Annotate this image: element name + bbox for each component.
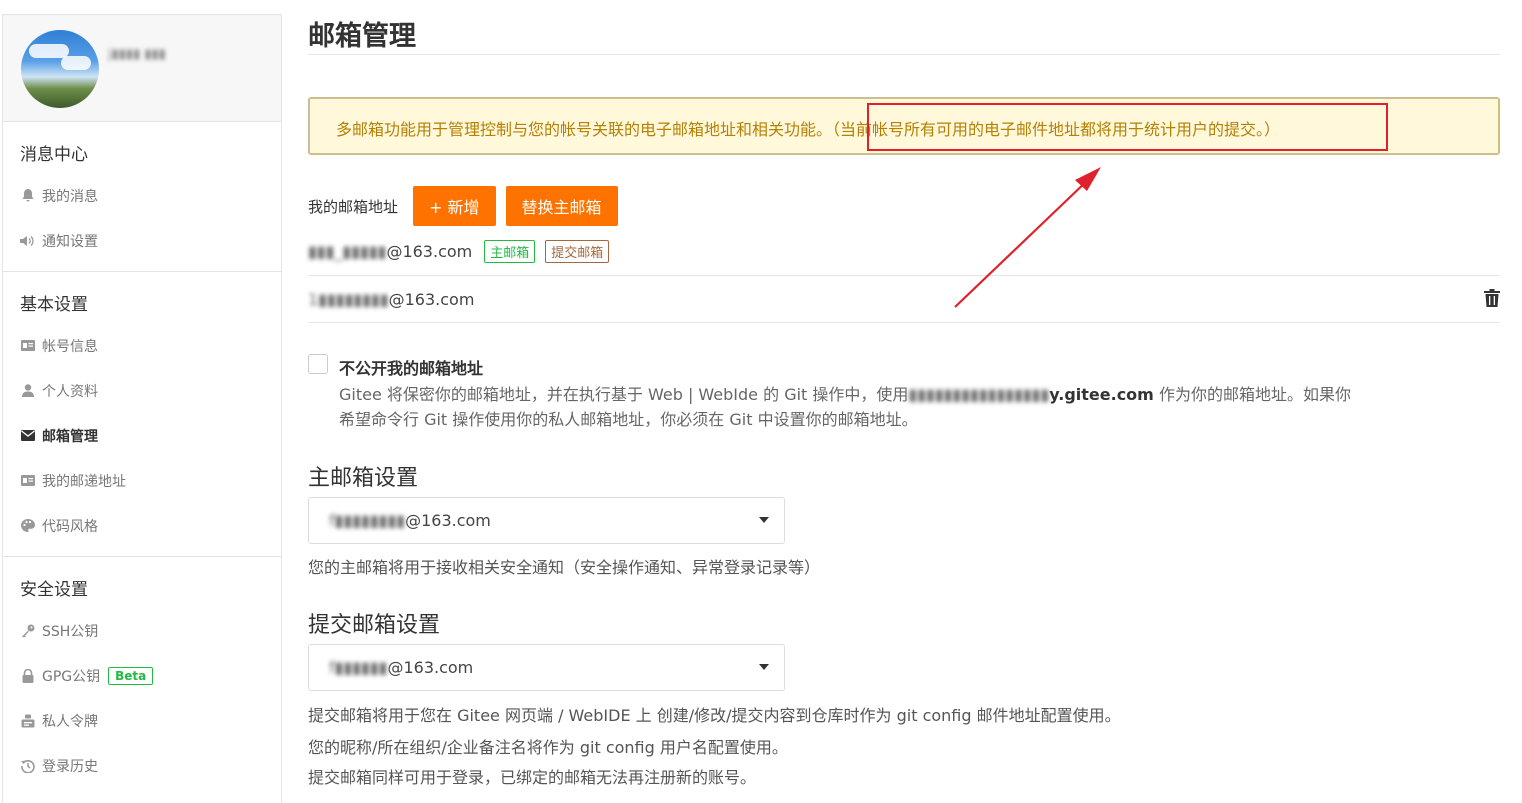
- section-title: 基本设置: [20, 295, 88, 315]
- avatar[interactable]: [21, 30, 99, 108]
- address-card-icon: [20, 475, 36, 486]
- sidebar-item-my-messages[interactable]: 我的消息: [3, 173, 281, 218]
- commit-email-tag: 提交邮箱: [545, 240, 610, 263]
- commit-email-heading: 提交邮箱设置: [308, 613, 441, 638]
- sidebar-item-gpg-keys[interactable]: GPG公钥 Beta: [3, 653, 281, 698]
- section-title: 消息中心: [20, 145, 88, 165]
- token-icon: [20, 714, 36, 728]
- email-list-item: ▮▮▮_▮▮▮▮▮ @163.com 主邮箱 提交邮箱: [308, 240, 1500, 263]
- sidebar-item-profile[interactable]: 个人资料: [3, 368, 281, 413]
- private-email-description: Gitee 将保密你的邮箱地址，并在执行基于 Web | WebIde 的 Gi…: [339, 382, 1499, 432]
- select-domain: @163.com: [387, 658, 474, 677]
- private-email-label[interactable]: 不公开我的邮箱地址: [339, 355, 483, 379]
- commit-email-help-3: 提交邮箱同样可用于登录，已绑定的邮箱无法再注册新的账号。: [308, 768, 757, 787]
- bell-icon: [20, 189, 36, 202]
- primary-email-tag: 主邮箱: [484, 240, 536, 263]
- sidebar-section-security: 安全设置 SSH公钥 GPG公钥 Beta 私人令牌 登录历史: [3, 557, 281, 796]
- select-masked: f▮▮▮▮▮▮: [329, 658, 388, 677]
- sidebar-section-messages: 消息中心 我的消息 通知设置: [3, 122, 281, 272]
- volume-icon: [20, 235, 36, 247]
- commit-email-select[interactable]: f▮▮▮▮▮▮ @163.com: [308, 644, 785, 691]
- primary-email-help: 您的主邮箱将用于接收相关安全通知（安全操作通知、异常登录记录等）: [308, 558, 821, 577]
- email-masked: 1▮▮▮▮▮▮▮▮: [308, 290, 389, 309]
- sidebar-item-notification-settings[interactable]: 通知设置: [3, 218, 281, 263]
- chevron-down-icon: [759, 664, 769, 670]
- beta-badge: Beta: [108, 666, 154, 685]
- sidebar-item-label: 私人令牌: [42, 713, 98, 730]
- annotation-highlight-box: [867, 103, 1388, 151]
- desc-text: 作为你的邮箱地址。如果你: [1158, 385, 1351, 404]
- sidebar-item-postal-address[interactable]: 我的邮递地址: [3, 458, 281, 503]
- main-content: 邮箱管理 多邮箱功能用于管理控制与您的帐号关联的电子邮箱地址和相关功能。（当前帐…: [308, 0, 1500, 787]
- my-emails-label: 我的邮箱地址: [308, 197, 399, 216]
- add-email-button[interactable]: + 新增: [413, 186, 496, 226]
- commit-email-help-1: 提交邮箱将用于您在 Gitee 网页端 / WebIDE 上 创建/修改/提交内…: [308, 706, 1121, 725]
- sidebar-item-login-history[interactable]: 登录历史: [3, 743, 281, 788]
- username[interactable]: j▮▮▮▮ ▮▮▮: [108, 47, 166, 62]
- primary-email-select[interactable]: f▮▮▮▮▮▮▮▮ @163.com: [308, 497, 785, 544]
- primary-email-heading: 主邮箱设置: [308, 466, 419, 491]
- sidebar-item-label: 通知设置: [42, 233, 98, 250]
- sidebar-item-label: 个人资料: [42, 383, 98, 400]
- sidebar-item-label: 代码风格: [42, 518, 98, 535]
- sidebar: j▮▮▮▮ ▮▮▮ 消息中心 我的消息 通知设置 基本设置 帐号信息 个人资料 …: [2, 14, 282, 803]
- id-card-icon: [20, 340, 36, 351]
- private-email-checkbox[interactable]: [308, 354, 328, 374]
- sidebar-item-email-management[interactable]: 邮箱管理: [3, 413, 281, 458]
- sidebar-section-basic: 基本设置 帐号信息 个人资料 邮箱管理 我的邮递地址 代码风格: [3, 272, 281, 557]
- my-emails-header: 我的邮箱地址 + 新增 替换主邮箱: [308, 186, 618, 226]
- sidebar-item-label: 我的消息: [42, 188, 98, 205]
- sidebar-item-label: 邮箱管理: [42, 428, 98, 445]
- delete-email-trash-icon[interactable]: [1484, 289, 1500, 307]
- lock-icon: [20, 668, 36, 683]
- chevron-down-icon: [759, 517, 769, 523]
- history-icon: [20, 759, 36, 773]
- select-masked: f▮▮▮▮▮▮▮▮: [329, 511, 406, 530]
- user-icon: [20, 384, 36, 397]
- select-domain: @163.com: [405, 511, 491, 530]
- page-title: 邮箱管理: [308, 0, 1500, 55]
- email-domain: @163.com: [386, 242, 473, 261]
- sidebar-item-label: 登录历史: [42, 758, 98, 775]
- profile-header: j▮▮▮▮ ▮▮▮: [3, 15, 281, 122]
- noreply-email-suffix: y.gitee.com: [1049, 385, 1154, 404]
- email-list-item: 1▮▮▮▮▮▮▮▮ @163.com: [308, 290, 1500, 309]
- sidebar-item-label: 我的邮递地址: [42, 473, 126, 490]
- sidebar-item-label: SSH公钥: [42, 623, 99, 640]
- sidebar-item-ssh-keys[interactable]: SSH公钥: [3, 608, 281, 653]
- sidebar-item-label: 帐号信息: [42, 338, 98, 355]
- email-domain: @163.com: [388, 290, 475, 309]
- switch-primary-email-button[interactable]: 替换主邮箱: [505, 186, 618, 226]
- section-title: 安全设置: [20, 580, 88, 600]
- key-icon: [20, 624, 36, 638]
- palette-icon: [20, 519, 36, 532]
- email-masked: ▮▮▮_▮▮▮▮▮: [308, 242, 387, 261]
- commit-email-help-2: 您的昵称/所在组织/企业备注名将作为 git config 用户名配置使用。: [308, 738, 788, 757]
- sidebar-item-label: GPG公钥: [42, 668, 101, 685]
- sidebar-item-personal-tokens[interactable]: 私人令牌: [3, 698, 281, 743]
- desc-text: 希望命令行 Git 操作使用你的私人邮箱地址，你必须在 Git 中设置你的邮箱地…: [339, 410, 918, 429]
- divider: [308, 322, 1500, 323]
- sidebar-item-account-info[interactable]: 帐号信息: [3, 323, 281, 368]
- divider: [308, 275, 1500, 276]
- envelope-icon: [20, 430, 36, 441]
- sidebar-item-code-style[interactable]: 代码风格: [3, 503, 281, 548]
- desc-text: Gitee 将保密你的邮箱地址，并在执行基于 Web | WebIde 的 Gi…: [339, 385, 909, 404]
- noreply-email-masked: ▮▮▮▮▮▮▮▮▮▮▮▮▮▮▮▮: [908, 385, 1050, 404]
